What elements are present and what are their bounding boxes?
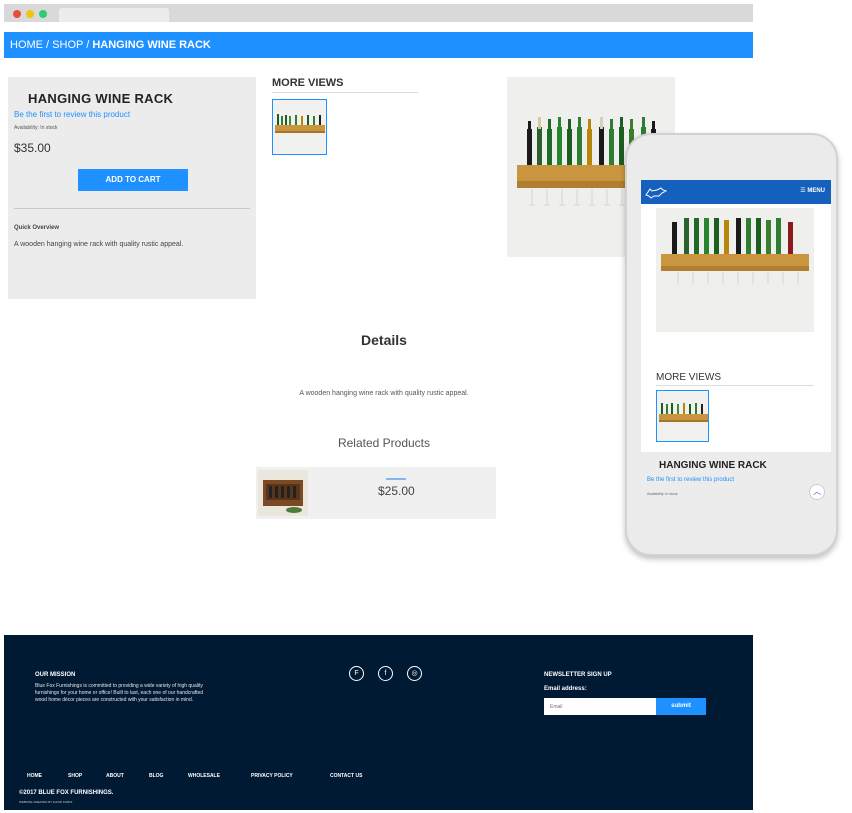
footer-nav-shop[interactable]: SHOP [68, 773, 82, 779]
footer-nav-privacy[interactable]: PRIVACY POLICY [251, 773, 293, 779]
mobile-more-views-title: MORE VIEWS [656, 372, 722, 383]
close-window-icon[interactable] [13, 10, 21, 18]
footer-nav-home[interactable]: HOME [27, 773, 42, 779]
review-link[interactable]: Be the first to review this product [14, 110, 130, 119]
more-views-title: MORE VIEWS [272, 77, 344, 89]
mobile-product-title: HANGING WINE RACK [659, 460, 767, 471]
wine-crate-photo [258, 470, 308, 516]
browser-title-bar [4, 4, 753, 22]
facebook-icon[interactable]: f [378, 666, 393, 681]
mobile-mockup: ☰ MENU MORE VIEWS HANGING WINE RACK Be t… [625, 133, 838, 556]
product-price: $35.00 [14, 141, 51, 155]
menu-button[interactable]: ☰ MENU [800, 187, 825, 194]
email-label: Email address: [544, 686, 587, 692]
site-credit: WEBSITE CREATED BY DAVID KORDI [19, 800, 73, 804]
maximize-window-icon[interactable] [39, 10, 47, 18]
footer-nav-blog[interactable]: BLOG [149, 773, 163, 779]
product-thumbnail[interactable] [272, 99, 327, 155]
breadcrumb: HOME / SHOP / HANGING WINE RACK [4, 32, 753, 58]
copyright: ©2017 BLUE FOX FURNISHINGS. [19, 790, 114, 796]
mobile-product-thumbnail[interactable] [656, 390, 709, 442]
related-product-name-bar [386, 478, 406, 480]
availability-text: Availability: In stock [14, 125, 58, 131]
breadcrumb-home[interactable]: HOME [10, 39, 43, 51]
mission-title: OUR MISSION [35, 672, 76, 678]
f-circle-icon[interactable]: F [349, 666, 364, 681]
wine-rack-thumbnail-image [657, 391, 708, 441]
mobile-screen: ☰ MENU MORE VIEWS HANGING WINE RACK Be t… [641, 180, 831, 505]
details-text: A wooden hanging wine rack with quality … [299, 390, 469, 397]
mission-text: Blue Fox Furnishings is committed to pro… [35, 683, 204, 703]
instagram-icon[interactable]: ◎ [407, 666, 422, 681]
related-product-card[interactable]: $25.00 [256, 467, 496, 519]
browser-tab[interactable] [59, 8, 169, 22]
footer-nav-wholesale[interactable]: WHOLESALE [188, 773, 220, 779]
product-title: HANGING WINE RACK [28, 91, 174, 106]
site-footer: OUR MISSION Blue Fox Furnishings is comm… [4, 635, 753, 810]
submit-button[interactable]: submit [656, 698, 706, 715]
related-product-price: $25.00 [378, 484, 415, 498]
footer-nav-contact[interactable]: CONTACT US [330, 773, 362, 779]
newsletter-title: NEWSLETTER SIGN UP [544, 672, 612, 678]
divider [656, 385, 814, 386]
mobile-product-info: HANGING WINE RACK Be the first to review… [641, 452, 831, 505]
breadcrumb-separator: / [83, 39, 93, 51]
quick-overview-text: A wooden hanging wine rack with quality … [14, 241, 184, 248]
mobile-review-link[interactable]: Be the first to review this product [647, 477, 734, 483]
email-input[interactable] [544, 698, 656, 715]
add-to-cart-button[interactable]: ADD TO CART [78, 169, 188, 191]
breadcrumb-separator: / [43, 39, 53, 51]
fox-logo-icon[interactable] [645, 185, 667, 199]
quick-overview-label: Quick Overview [14, 225, 60, 231]
related-products-heading: Related Products [337, 436, 431, 450]
wine-rack-thumbnail-image [273, 100, 326, 154]
footer-nav-about[interactable]: ABOUT [106, 773, 124, 779]
minimize-window-icon[interactable] [26, 10, 34, 18]
divider [272, 92, 418, 93]
breadcrumb-current: HANGING WINE RACK [92, 39, 211, 51]
mobile-header: ☰ MENU [641, 180, 831, 204]
wine-rack-photo [656, 208, 814, 332]
divider [14, 208, 250, 209]
details-heading: Details [361, 332, 407, 348]
mobile-availability-text: Availability: In stock [647, 492, 678, 496]
mobile-product-image[interactable] [656, 208, 814, 332]
related-product-image[interactable] [258, 470, 308, 516]
breadcrumb-shop[interactable]: SHOP [52, 39, 83, 51]
chevron-up-icon[interactable]: ︿ [809, 484, 825, 500]
product-info-panel: HANGING WINE RACK Be the first to review… [8, 77, 256, 299]
